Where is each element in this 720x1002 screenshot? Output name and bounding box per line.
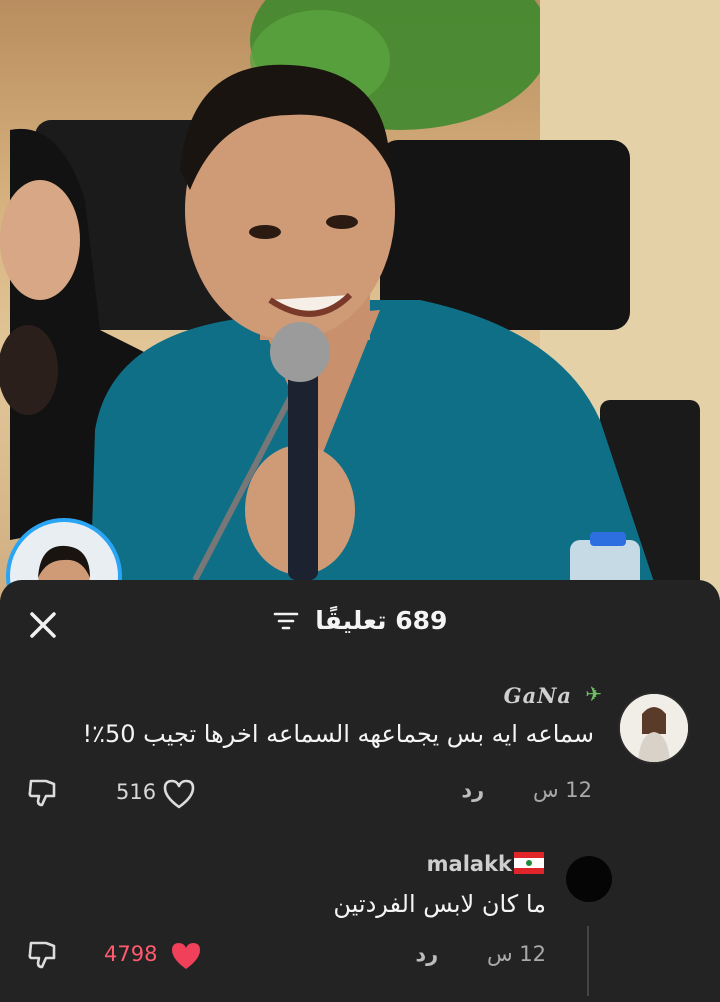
heart-filled-icon: [168, 940, 204, 976]
filter-icon[interactable]: [273, 608, 299, 637]
comments-title: 689 تعليقًا: [0, 606, 720, 637]
comment-avatar[interactable]: [566, 856, 612, 902]
comment-meta: 12 س رد: [461, 778, 592, 802]
dislike-icon[interactable]: [26, 776, 60, 814]
comment-text: ما كان لابس الفردتين: [333, 890, 546, 918]
comment-avatar[interactable]: [618, 692, 690, 764]
comment-meta: 12 س رد: [415, 942, 546, 966]
like-control[interactable]: 4798: [104, 940, 208, 972]
comment-time: 12 س: [486, 942, 546, 966]
lebanon-flag-icon: [514, 852, 544, 874]
dislike-icon[interactable]: [26, 938, 60, 976]
thread-line: [587, 926, 589, 996]
comment-count-label: 689 تعليقًا: [315, 606, 448, 635]
reply-button[interactable]: رد: [461, 778, 484, 802]
comments-sheet: 689 تعليقًا GaNa ✈ سماعه ايه بس يجماعهه …: [0, 580, 720, 1002]
comment-username[interactable]: malakk: [427, 852, 512, 876]
comment-time: 12 س: [532, 778, 592, 802]
username-emoji-icon: ✈: [585, 682, 602, 706]
post-photo[interactable]: [0, 0, 720, 600]
comment-text: سماعه ايه بس يجماعهه السماعه اخرها تجيب …: [82, 720, 594, 748]
comments-header: 689 تعليقًا: [0, 580, 720, 666]
reply-button[interactable]: رد: [415, 942, 438, 966]
photo-scene: [0, 0, 720, 600]
like-count: 4798: [104, 942, 158, 966]
comment-username[interactable]: GaNa: [504, 683, 572, 708]
like-count: 516: [116, 780, 157, 804]
heart-outline-icon: [162, 778, 196, 814]
like-control[interactable]: 516: [116, 778, 198, 810]
